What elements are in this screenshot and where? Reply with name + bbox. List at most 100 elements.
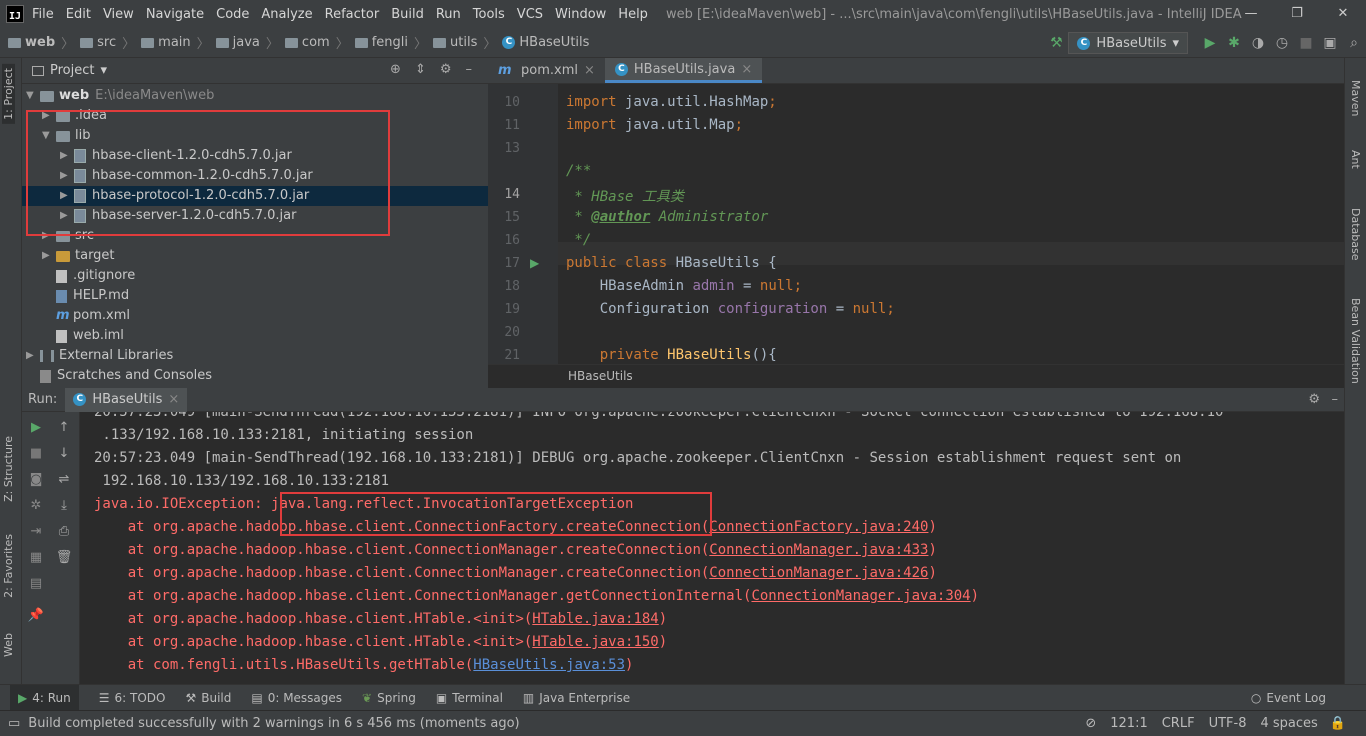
- rerun-icon[interactable]: ▶: [22, 420, 50, 435]
- menu-refactor[interactable]: Refactor: [325, 7, 380, 22]
- menu-code[interactable]: Code: [216, 7, 249, 22]
- stacktrace-link[interactable]: HBaseUtils.java:53: [473, 657, 625, 673]
- locate-icon[interactable]: ⊕: [390, 62, 401, 77]
- tab-build[interactable]: ⚒ Build: [185, 691, 231, 705]
- menu-view[interactable]: View: [103, 7, 134, 22]
- breadcrumb-fengli[interactable]: fengli: [354, 35, 408, 50]
- run-tab-hbaseutils[interactable]: C HBaseUtils ×: [65, 387, 188, 412]
- tree-node-help[interactable]: HELP.md: [56, 286, 129, 306]
- database-tool-tab[interactable]: Database: [1349, 208, 1362, 261]
- print-icon[interactable]: ⎙: [50, 524, 78, 539]
- tree-node-external-libraries[interactable]: ▶ External Libraries: [26, 346, 173, 366]
- tab-java-enterprise[interactable]: ▥ Java Enterprise: [523, 691, 630, 705]
- menu-run[interactable]: Run: [436, 7, 461, 22]
- settings-icon[interactable]: ✲: [22, 498, 50, 513]
- stacktrace-link[interactable]: HTable.java:184: [532, 611, 658, 627]
- trash-icon[interactable]: 🗑: [50, 550, 78, 565]
- status-message[interactable]: Build completed successfully with 2 warn…: [28, 716, 519, 731]
- menu-analyze[interactable]: Analyze: [261, 7, 312, 22]
- menu-build[interactable]: Build: [391, 7, 424, 22]
- problems-icon[interactable]: ⊘: [1085, 716, 1096, 731]
- stacktrace-link[interactable]: ConnectionManager.java:304: [751, 588, 970, 604]
- gear-icon[interactable]: ⚙: [440, 62, 452, 77]
- minimize-icon[interactable]: —: [1228, 0, 1274, 28]
- layout-icon[interactable]: ▦: [22, 550, 50, 565]
- tab-run[interactable]: ▶ 4: Run: [10, 684, 79, 711]
- tab-pom-xml[interactable]: m pom.xml ×: [488, 58, 605, 83]
- indent-setting[interactable]: 4 spaces: [1260, 716, 1317, 731]
- run-gutter-icon[interactable]: ▶: [530, 256, 539, 270]
- tab-messages[interactable]: ▤ 0: Messages: [251, 691, 342, 705]
- arrow-up-icon[interactable]: ↑: [50, 420, 78, 435]
- breadcrumb-com[interactable]: com: [284, 35, 330, 50]
- ant-tool-tab[interactable]: Ant: [1349, 150, 1362, 169]
- breadcrumb-main[interactable]: main: [141, 35, 191, 50]
- web-tool-tab[interactable]: Web: [2, 633, 15, 657]
- menu-file[interactable]: File: [32, 7, 54, 22]
- tree-node-webiml[interactable]: web.iml: [56, 326, 124, 346]
- breadcrumb-web[interactable]: web: [8, 35, 55, 50]
- search-icon[interactable]: ⌕: [1342, 35, 1366, 51]
- profile-icon[interactable]: ◷: [1270, 35, 1294, 51]
- soft-wrap-icon[interactable]: ⇌: [50, 472, 78, 487]
- arrow-down-icon[interactable]: ↓: [50, 446, 78, 461]
- tab-event-log[interactable]: ○ Event Log: [1251, 691, 1326, 705]
- breadcrumb-utils[interactable]: utils: [433, 35, 477, 50]
- restore-icon[interactable]: ❐: [1274, 0, 1320, 28]
- code-line-19[interactable]: HBaseAdmin admin = null;: [566, 278, 802, 294]
- tab-hbaseutils[interactable]: C HBaseUtils.java ×: [604, 58, 763, 83]
- toggle-panels-icon[interactable]: ▭: [8, 716, 20, 731]
- close-icon[interactable]: ×: [584, 63, 595, 78]
- code-line-21[interactable]: private HBaseUtils(){: [566, 347, 777, 363]
- hide-icon[interactable]: –: [466, 62, 473, 77]
- close-icon[interactable]: ✕: [1320, 0, 1366, 28]
- debug-icon[interactable]: ✱: [1222, 35, 1246, 51]
- menu-vcs[interactable]: VCS: [517, 7, 543, 22]
- stacktrace-link[interactable]: ConnectionManager.java:426: [709, 565, 928, 581]
- menu-window[interactable]: Window: [555, 7, 606, 22]
- code-line-10[interactable]: import java.util.HashMap;: [566, 94, 777, 110]
- code-line-17[interactable]: */: [566, 232, 591, 248]
- lock-icon[interactable]: 🔒: [1330, 716, 1346, 731]
- code-line-16[interactable]: * @author Administrator: [566, 209, 768, 225]
- breadcrumb-java[interactable]: java: [215, 35, 260, 50]
- stacktrace-link[interactable]: HTable.java:150: [532, 634, 658, 650]
- favorites-tool-tab[interactable]: 2: Favorites: [2, 534, 15, 598]
- bean-validation-tool-tab[interactable]: Bean Validation: [1349, 298, 1362, 384]
- project-tool-tab[interactable]: 1: Project: [2, 64, 15, 124]
- project-structure-icon[interactable]: ▣: [1318, 35, 1342, 51]
- console-output[interactable]: 20:57:23.049 [main-SendThread(192.168.10…: [94, 412, 1334, 684]
- run-config-select[interactable]: C HBaseUtils ▾: [1068, 32, 1188, 54]
- build-hammer-icon[interactable]: ⚒: [1044, 35, 1068, 51]
- camera-icon[interactable]: ◙: [22, 472, 50, 487]
- coverage-icon[interactable]: ◑: [1246, 35, 1270, 51]
- tab-terminal[interactable]: ▣ Terminal: [436, 691, 503, 705]
- hide-icon[interactable]: –: [1332, 392, 1339, 407]
- tree-node-target[interactable]: ▶ target: [42, 246, 115, 266]
- layout-icon[interactable]: ▤: [22, 576, 50, 591]
- stacktrace-link[interactable]: ConnectionManager.java:433: [709, 542, 928, 558]
- maven-tool-tab[interactable]: Maven: [1349, 80, 1362, 116]
- code-line-14[interactable]: /**: [566, 163, 591, 179]
- cursor-position[interactable]: 121:1: [1110, 716, 1147, 731]
- tree-node-gitignore[interactable]: .gitignore: [56, 266, 135, 286]
- close-icon[interactable]: ×: [741, 62, 752, 77]
- scroll-to-end-icon[interactable]: ⤓: [50, 498, 78, 513]
- structure-tool-tab[interactable]: Z: Structure: [2, 436, 15, 502]
- tree-node-scratches[interactable]: Scratches and Consoles: [40, 366, 212, 386]
- file-encoding[interactable]: UTF-8: [1209, 716, 1247, 731]
- exit-icon[interactable]: ⇥: [22, 524, 50, 539]
- tree-node-pom[interactable]: m pom.xml: [56, 306, 130, 326]
- menu-edit[interactable]: Edit: [66, 7, 91, 22]
- code-line-18[interactable]: public class HBaseUtils {: [566, 255, 777, 271]
- stop-icon[interactable]: ■: [22, 446, 50, 461]
- collapse-icon[interactable]: ⇕: [415, 62, 426, 77]
- editor-breadcrumb[interactable]: HBaseUtils: [488, 364, 1344, 388]
- menu-tools[interactable]: Tools: [473, 7, 505, 22]
- tab-todo[interactable]: ☰ 6: TODO: [99, 691, 166, 705]
- menu-help[interactable]: Help: [618, 7, 648, 22]
- code-line-11[interactable]: import java.util.Map;: [566, 117, 743, 133]
- tree-node-root[interactable]: ▼ web E:\ideaMaven\web: [26, 86, 214, 106]
- tab-spring[interactable]: ❦ Spring: [362, 691, 416, 705]
- close-icon[interactable]: ×: [168, 392, 179, 407]
